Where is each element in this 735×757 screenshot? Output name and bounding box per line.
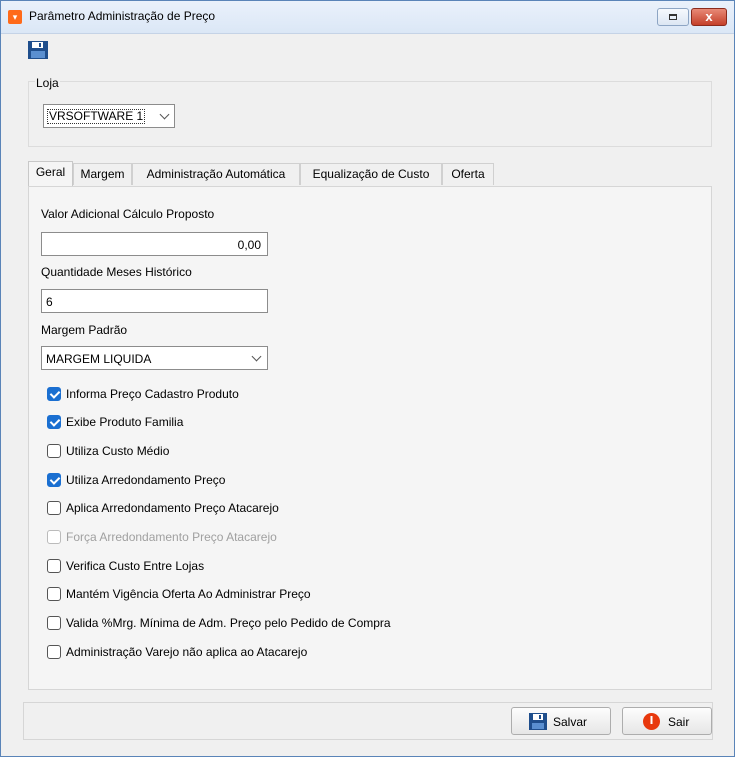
checkbox-label: Administração Varejo não aplica ao Ataca…: [66, 645, 308, 659]
title-bar[interactable]: ▾ Parâmetro Administração de Preço x: [1, 1, 734, 34]
checkbox-box[interactable]: [47, 587, 61, 601]
floppy-disk-icon: [529, 713, 547, 730]
save-button[interactable]: Salvar: [511, 707, 611, 735]
checkbox-box: [47, 530, 61, 544]
quantidade-meses-input[interactable]: 6: [41, 289, 268, 313]
tab-oferta[interactable]: Oferta: [442, 163, 494, 185]
checkbox-label: Verifica Custo Entre Lojas: [66, 559, 205, 573]
checkbox-box[interactable]: [47, 444, 61, 458]
valor-adicional-input[interactable]: 0,00: [41, 232, 268, 256]
quantidade-meses-label: Quantidade Meses Histórico: [41, 265, 192, 279]
margem-padrao-label: Margem Padrão: [41, 323, 128, 337]
exit-button-label: Sair: [668, 715, 690, 729]
checkbox-label: Utiliza Arredondamento Preço: [66, 473, 226, 487]
quantidade-meses-value: 6: [46, 295, 53, 309]
checkbox-box[interactable]: [47, 645, 61, 659]
checkbox-label: Valida %Mrg. Mínima de Adm. Preço pelo P…: [66, 616, 391, 630]
checkbox-box[interactable]: [47, 473, 61, 487]
checkbox-label: Exibe Produto Familia: [66, 415, 184, 429]
checkbox-label: Mantém Vigência Oferta Ao Administrar Pr…: [66, 587, 311, 601]
chevron-down-icon: [251, 351, 262, 362]
checkbox-box[interactable]: [47, 501, 61, 515]
close-button[interactable]: x: [691, 8, 727, 26]
tab-administracao-automatica[interactable]: Administração Automática: [132, 163, 300, 185]
save-button-label: Salvar: [553, 715, 588, 729]
checkbox-box[interactable]: [47, 616, 61, 630]
dialog-window: ▾ Parâmetro Administração de Preço x Loj…: [0, 0, 735, 757]
restore-button[interactable]: [657, 8, 689, 26]
floppy-disk-icon[interactable]: [28, 41, 48, 59]
tab-equalizacao-custo[interactable]: Equalização de Custo: [300, 163, 442, 185]
close-icon: x: [705, 9, 713, 24]
exit-icon: [643, 713, 660, 730]
margem-padrao-value: MARGEM LIQUIDA: [46, 352, 152, 366]
tab-geral[interactable]: Geral: [28, 161, 73, 186]
checkbox-box[interactable]: [47, 415, 61, 429]
app-logo-icon: ▾: [8, 10, 22, 24]
margem-padrao-select[interactable]: MARGEM LIQUIDA: [41, 346, 268, 370]
valor-adicional-label: Valor Adicional Cálculo Proposto: [41, 207, 215, 221]
exit-button[interactable]: Sair: [622, 707, 712, 735]
checkbox-label: Informa Preço Cadastro Produto: [66, 387, 239, 401]
window-title: Parâmetro Administração de Preço: [29, 9, 216, 23]
restore-icon: [669, 14, 677, 20]
loja-selected-value: VRSOFTWARE 1: [47, 109, 146, 124]
tab-margem[interactable]: Margem: [73, 163, 132, 185]
chevron-down-icon: [159, 109, 170, 120]
tab-panel-geral: [28, 186, 712, 690]
checkbox-box[interactable]: [47, 559, 61, 573]
loja-label: Loja: [35, 76, 60, 90]
checkbox-label: Força Arredondamento Preço Atacarejo: [66, 530, 277, 544]
loja-select[interactable]: VRSOFTWARE 1: [43, 104, 175, 128]
checkbox-label: Utiliza Custo Médio: [66, 444, 170, 458]
checkbox-box[interactable]: [47, 387, 61, 401]
checkbox-label: Aplica Arredondamento Preço Atacarejo: [66, 501, 279, 515]
valor-adicional-value: 0,00: [237, 238, 261, 252]
